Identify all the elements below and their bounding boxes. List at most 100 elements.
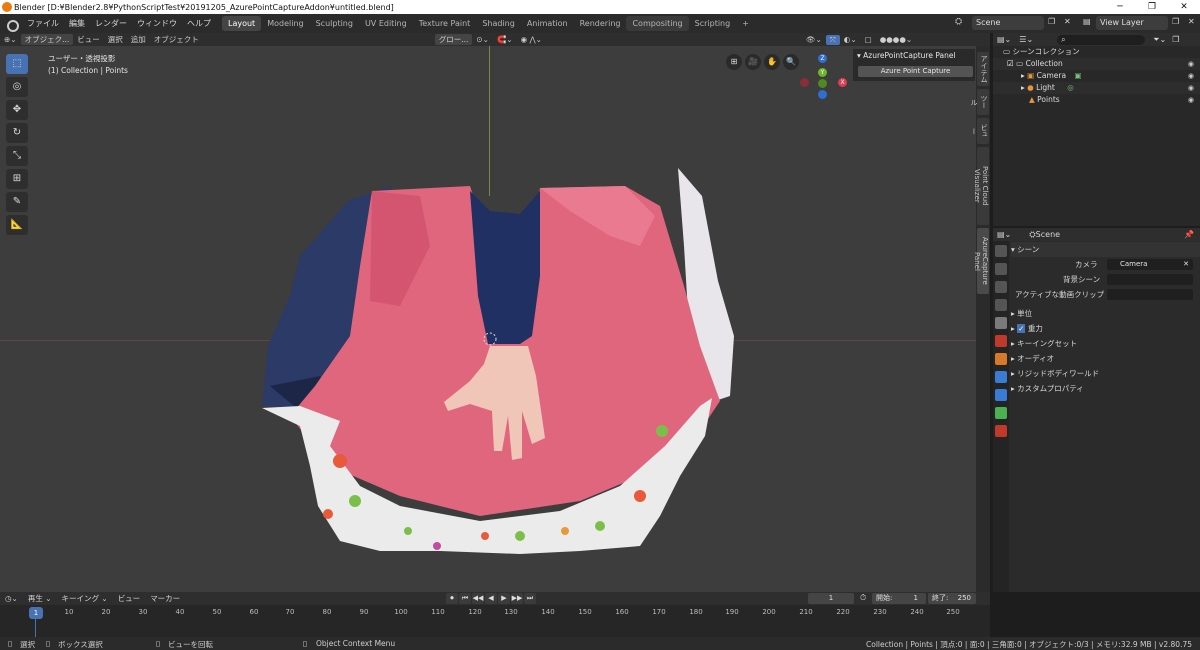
menu-keying[interactable]: キーイング ⌄ (57, 593, 113, 604)
mode-dropdown[interactable]: オブジェク... (20, 34, 74, 45)
play-reverse-button[interactable]: ◀ (485, 593, 497, 604)
maximize-button[interactable]: ❐ (1136, 0, 1168, 14)
tab-azure-capture-panel[interactable]: AzureCapture Panel (973, 228, 989, 294)
preview-range-icon[interactable]: ⏱ (860, 593, 866, 603)
camera-field[interactable]: Camera ✕ (1107, 259, 1193, 270)
perspective-toggle-icon[interactable]: ⊞ (726, 54, 742, 70)
tab-view[interactable]: ビュー (970, 118, 989, 144)
gizmo-neg-x-axis[interactable] (800, 78, 809, 87)
pan-hand-icon[interactable]: ✋ (764, 54, 780, 70)
editor-type-icon[interactable]: ⊕⌄ (0, 35, 21, 44)
azure-point-capture-button[interactable]: Azure Point Capture (858, 66, 973, 77)
shading-mode-icon[interactable]: ●●●●⌄ (876, 35, 916, 44)
gizmo-toggle-icon[interactable]: ⤧ (825, 34, 840, 45)
eye-icon[interactable]: ◉ (1188, 82, 1194, 94)
play-button[interactable]: ▶ (498, 593, 510, 604)
tab-point-cloud-visualizer[interactable]: Point Cloud Visualizer (973, 147, 989, 225)
display-mode-icon[interactable]: ☰⌄ (1015, 35, 1037, 44)
gizmo-neg-y-axis[interactable] (818, 79, 827, 88)
outliner-row-points[interactable]: ▲ Points ◉ (993, 94, 1200, 106)
menu-render[interactable]: レンダー (90, 18, 132, 29)
current-frame-marker[interactable]: 1 (29, 607, 43, 619)
outliner-row-scene-collection[interactable]: ▭ シーンコレクション (993, 46, 1200, 58)
jump-start-button[interactable]: ⏮ (459, 593, 471, 604)
background-scene-field[interactable] (1107, 274, 1193, 285)
gizmo-y-axis[interactable]: Y (818, 68, 827, 77)
gizmo-neg-z-axis[interactable] (818, 90, 827, 99)
outliner-editor-icon[interactable]: ▤⌄ (993, 35, 1015, 44)
gravity-checkbox[interactable]: ✓ (1017, 324, 1026, 333)
object-props-icon[interactable] (995, 353, 1007, 365)
menu-edit[interactable]: 編集 (64, 18, 90, 29)
overlay-toggle-icon[interactable]: ◐⌄ (840, 35, 861, 44)
next-keyframe-button[interactable]: ▶▶ (511, 593, 523, 604)
minimize-button[interactable]: ─ (1104, 0, 1136, 14)
eye-icon[interactable]: ◉ (1188, 94, 1194, 106)
menu-file[interactable]: ファイル (22, 18, 64, 29)
menu-playback[interactable]: 再生 ⌄ (23, 593, 57, 604)
prev-keyframe-button[interactable]: ◀◀ (472, 593, 484, 604)
tab-scripting[interactable]: Scripting (689, 16, 737, 31)
scene-icon[interactable]: ⛭ (955, 17, 962, 27)
physics-props-icon[interactable] (995, 389, 1007, 401)
new-collection-icon[interactable]: ❐ (1172, 35, 1179, 44)
new-view-layer-icon[interactable]: ❐ (1172, 17, 1179, 26)
end-frame-field[interactable]: 終了: 250 (928, 593, 976, 604)
playhead-line[interactable] (35, 619, 36, 637)
transform-tool[interactable]: ⊞ (6, 169, 28, 189)
xray-toggle-icon[interactable]: ▢ (861, 35, 876, 44)
gizmo-x-axis[interactable]: X (838, 78, 847, 87)
panel-gravity[interactable]: ▸ ✓ 重力 (1011, 321, 1200, 336)
eye-icon[interactable]: ◉ (1188, 58, 1194, 70)
snap-icon[interactable]: 🧲⌄ (493, 35, 517, 44)
gizmo-z-axis[interactable]: Z (818, 54, 827, 63)
view-layer-icon[interactable]: ▤ (1083, 17, 1091, 26)
menu-help[interactable]: ヘルプ (182, 18, 216, 29)
tab-item[interactable]: アイテム (977, 52, 989, 86)
object-data-props-icon[interactable] (995, 407, 1007, 419)
outliner-row-camera[interactable]: ▸ ▣ Camera ▣ ◉ (993, 70, 1200, 82)
tab-shading[interactable]: Shading (476, 16, 521, 31)
menu-add[interactable]: 追加 (127, 34, 150, 45)
proportional-edit-icon[interactable]: ◉ ⋀⌄ (517, 35, 546, 44)
camera-view-icon[interactable]: 🎥 (745, 54, 761, 70)
menu-timeline-view[interactable]: ビュー (113, 593, 146, 604)
timeline-editor-icon[interactable]: ◷⌄ (0, 594, 23, 603)
scene-section-header[interactable]: ▾ シーン (1011, 242, 1200, 257)
render-props-icon[interactable] (995, 263, 1007, 275)
eye-icon[interactable]: ◉ (1188, 70, 1194, 82)
move-tool[interactable]: ✥ (6, 100, 28, 120)
zoom-icon[interactable]: 🔍 (783, 54, 799, 70)
remove-scene-icon[interactable]: ✕ (1064, 17, 1071, 26)
panel-rigid-body-world[interactable]: ▸ リジッドボディワールド (1011, 366, 1200, 381)
tab-uv-editing[interactable]: UV Editing (359, 16, 413, 31)
panel-title[interactable]: ▾ AzurePointCapture Panel (853, 49, 975, 63)
tab-texture-paint[interactable]: Texture Paint (413, 16, 477, 31)
tab-sculpting[interactable]: Sculpting (310, 16, 359, 31)
close-button[interactable]: ✕ (1168, 0, 1200, 14)
tab-rendering[interactable]: Rendering (574, 16, 627, 31)
new-scene-icon[interactable]: ❐ (1048, 17, 1055, 26)
tab-tool[interactable]: ツール (970, 89, 989, 115)
start-frame-field[interactable]: 開始: 1 (872, 593, 926, 604)
menu-object[interactable]: オブジェクト (150, 34, 203, 45)
current-frame-field[interactable]: 1 (808, 593, 854, 604)
scene-field[interactable]: Scene (972, 16, 1044, 30)
world-props-icon[interactable] (995, 335, 1007, 347)
select-box-tool[interactable]: ⬚ (6, 54, 28, 74)
filter-icon[interactable]: ⏷⌄ (1153, 35, 1166, 45)
scene-props-icon[interactable] (995, 317, 1007, 329)
frame-ruler[interactable]: 10 20 30 40 50 60 70 80 90 100 110 120 1… (0, 608, 990, 620)
scale-tool[interactable]: ⤡ (6, 146, 28, 166)
pivot-icon[interactable]: ⊙⌄ (472, 35, 493, 44)
cursor-tool[interactable]: ◎ (6, 77, 28, 97)
panel-custom-properties[interactable]: ▸ カスタムプロパティ (1011, 381, 1200, 396)
menu-window[interactable]: ウィンドウ (132, 18, 182, 29)
tab-compositing[interactable]: Compositing (626, 16, 689, 31)
tool-props-icon[interactable] (995, 245, 1007, 257)
panel-audio[interactable]: ▸ オーディオ (1011, 351, 1200, 366)
measure-tool[interactable]: 📐 (6, 215, 28, 235)
panel-keying-sets[interactable]: ▸ キーイングセット (1011, 336, 1200, 351)
properties-editor-icon[interactable]: ▤⌄ (993, 230, 1015, 239)
tab-layout[interactable]: Layout (222, 16, 262, 31)
